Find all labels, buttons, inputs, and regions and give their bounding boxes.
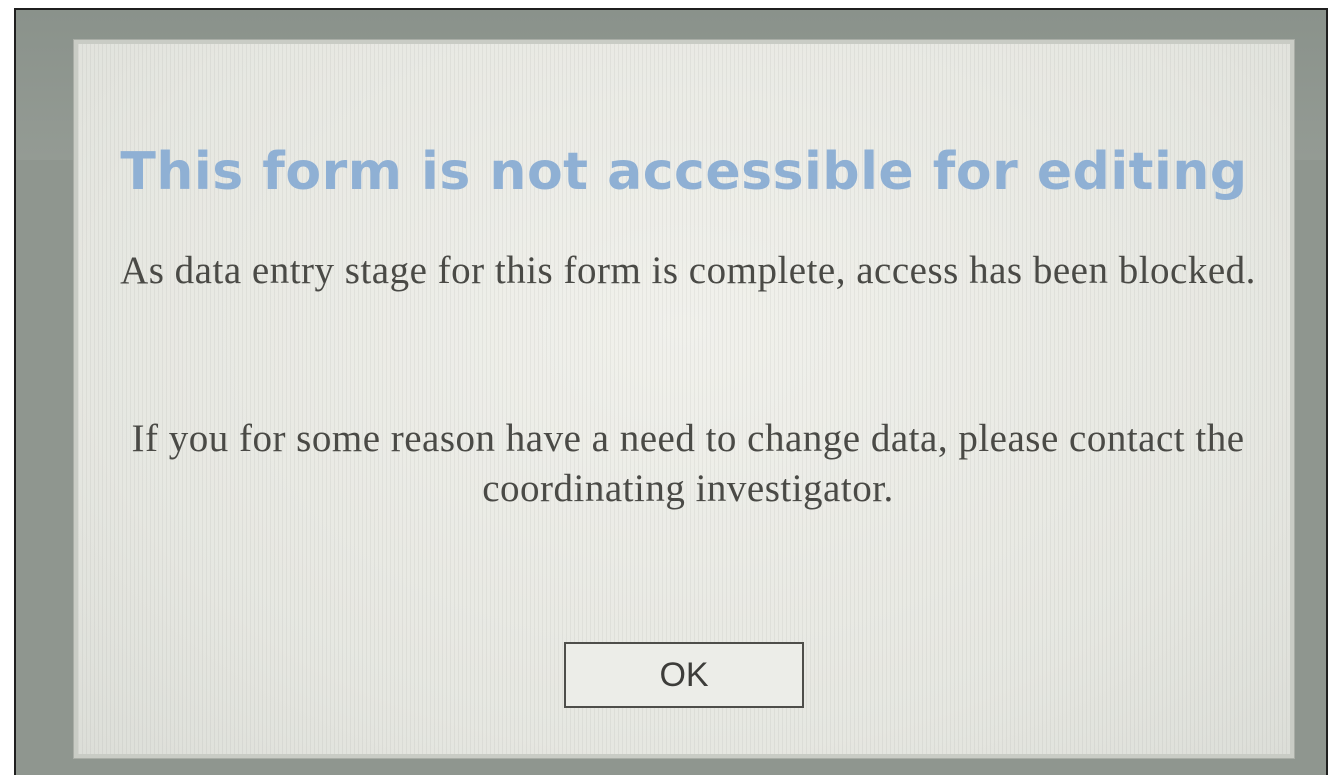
- dialog-message-contact: If you for some reason have a need to ch…: [131, 417, 1245, 510]
- screen-frame: This form is not accessible for editing …: [14, 8, 1328, 775]
- dialog-title: This form is not accessible for editing: [120, 142, 1248, 202]
- access-blocked-dialog: This form is not accessible for editing …: [74, 40, 1294, 758]
- ok-button[interactable]: OK: [564, 642, 804, 708]
- dialog-message-completed: As data entry stage for this form is com…: [120, 249, 1256, 292]
